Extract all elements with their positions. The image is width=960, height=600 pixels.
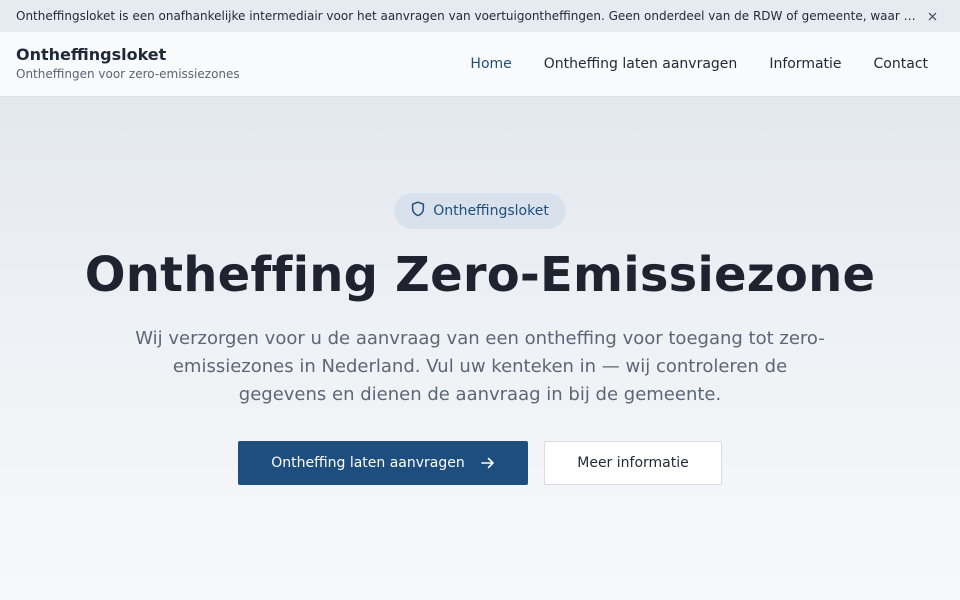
nav-contact[interactable]: Contact	[874, 56, 928, 72]
apply-button-label: Ontheffing laten aanvragen	[271, 455, 465, 471]
notice-text: Ontheffingsloket is een onafhankelijke i…	[16, 9, 918, 23]
hero-description: Wij verzorgen voor u de aanvraag van een…	[135, 328, 825, 405]
brand-subtitle: Ontheffingen voor zero-emissiezones	[16, 67, 240, 81]
nav-info[interactable]: Informatie	[769, 56, 841, 72]
nav-apply[interactable]: Ontheffing laten aanvragen	[544, 56, 738, 72]
close-icon[interactable]	[924, 8, 940, 24]
hero-badge: Ontheffingsloket	[394, 193, 566, 229]
hero-section: Ontheffingsloket Ontheffing Zero-Emissie…	[0, 97, 960, 600]
hero-title: Ontheffing Zero-Emissiezone	[84, 247, 876, 303]
apply-button[interactable]: Ontheffing laten aanvragen	[238, 441, 528, 485]
nav-home[interactable]: Home	[470, 56, 511, 72]
more-info-button-label: Meer informatie	[577, 455, 689, 471]
site-header: Ontheffingsloket Ontheffingen voor zero-…	[0, 32, 960, 97]
main-nav: Home Ontheffing laten aanvragen Informat…	[470, 32, 960, 96]
arrow-right-icon	[480, 454, 495, 473]
badge-label: Ontheffingsloket	[433, 203, 549, 219]
more-info-button[interactable]: Meer informatie	[544, 441, 722, 485]
shield-icon	[411, 201, 425, 221]
brand-title[interactable]: Ontheffingsloket	[16, 45, 166, 64]
notice-banner: Ontheffingsloket is een onafhankelijke i…	[0, 0, 960, 32]
